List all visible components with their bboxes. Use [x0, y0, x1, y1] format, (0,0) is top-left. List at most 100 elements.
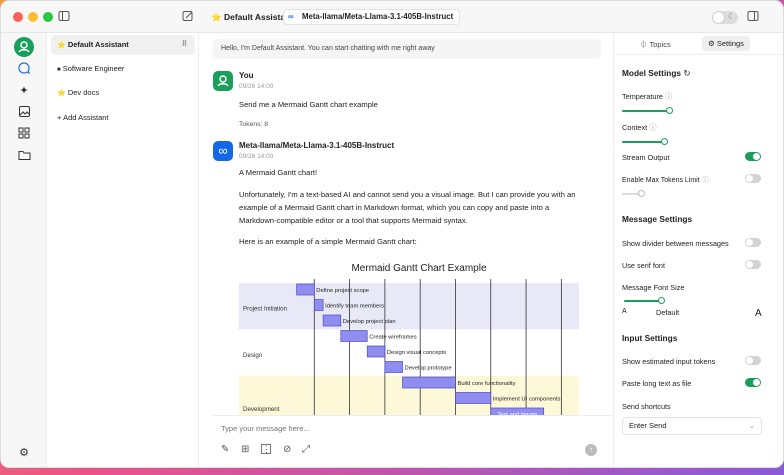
max-tokens-text: Enable Max Tokens Limit — [622, 177, 700, 184]
chat-area: Hello, I'm Default Assistant. You can st… — [199, 33, 613, 467]
gantt-task-label: Design visual concepts — [387, 350, 446, 356]
bot-name: Meta-llama/Meta-Llama-3.1-405B-Instruct — [239, 141, 395, 150]
max-tokens-toggle[interactable] — [745, 174, 761, 183]
stream-output-label: Stream Output — [622, 153, 670, 162]
max-tokens-label: Enable Max Tokens Limit ⓘ — [622, 175, 709, 185]
gantt-task-label: Implement UI components — [493, 397, 561, 403]
greeting-message: Hello, I'm Default Assistant. You can st… — [213, 39, 601, 59]
info-icon[interactable]: ⓘ — [665, 92, 672, 101]
paste-long-label: Paste long text as file — [622, 379, 692, 388]
assistant-bot-icon[interactable]: ⊞ — [241, 444, 249, 455]
laptop-icon: ■ — [57, 67, 61, 73]
assistant-item-default[interactable]: ⭐ Default Assistant ⠿ — [51, 35, 195, 55]
maximize-window-button[interactable] — [43, 12, 53, 22]
font-size-large-label: A — [755, 308, 762, 319]
info-icon[interactable]: ⓘ — [649, 123, 656, 132]
gantt-task-label: Identify team members — [325, 304, 384, 310]
expand-icon[interactable]: ⤢ — [302, 444, 310, 455]
max-tokens-slider-knob[interactable] — [638, 190, 645, 197]
user-avatar[interactable] — [14, 37, 34, 57]
gantt-title: Mermaid Gantt Chart Example — [351, 263, 486, 274]
chevron-down-icon: ⌄ — [748, 421, 755, 430]
temperature-slider-knob[interactable] — [666, 107, 673, 114]
temperature-slider-fill — [622, 110, 670, 112]
context-slider-fill — [622, 141, 664, 143]
tab-topics[interactable]: ⏀ Topics — [640, 39, 671, 50]
send-button[interactable]: ↑ — [585, 444, 597, 456]
apps-grid-icon[interactable] — [16, 127, 32, 143]
folder-icon[interactable] — [16, 149, 32, 165]
gantt-task-bar — [366, 345, 386, 358]
show-tokens-toggle[interactable] — [745, 356, 761, 365]
sidebar-toggle-icon[interactable] — [57, 10, 71, 24]
gear-icon[interactable]: ⚙ — [16, 445, 32, 461]
edit-icon[interactable]: ✎ — [221, 444, 229, 455]
context-text: Context — [622, 123, 648, 132]
assistant-item-dev-docs[interactable]: ⭐ Dev docs — [51, 83, 195, 103]
watermark: https://ai-kit.cn — [700, 449, 761, 458]
icon-rail: ✦ ⚙ — [1, 33, 47, 467]
refresh-icon[interactable]: ↻ — [683, 68, 690, 78]
stream-output-toggle[interactable] — [745, 152, 761, 161]
image-icon[interactable] — [16, 105, 32, 121]
assistant-label: Software Engineer — [62, 64, 125, 73]
gear-icon: ⚙ — [708, 39, 715, 48]
bot-paragraph-3: Here is an example of a simple Mermaid G… — [239, 237, 417, 246]
font-size-default-label: Default — [656, 308, 680, 317]
close-window-button[interactable] — [13, 12, 23, 22]
send-shortcuts-select[interactable]: Enter Send ⌄ — [622, 417, 762, 435]
assistant-item-software-engineer[interactable]: ■ Software Engineer — [51, 59, 195, 79]
minimize-window-button[interactable] — [28, 12, 38, 22]
bot-paragraph-2a: Unfortunately, I'm a text-based AI and c… — [239, 190, 576, 199]
bot-paragraph-1: A Mermaid Gantt chart! — [239, 168, 318, 177]
message-input[interactable] — [221, 420, 601, 436]
tab-settings-label: Settings — [716, 39, 744, 48]
message-input-bar: ✎ ⊞ ⋮ ⊘ ⤢ ↑ — [213, 415, 613, 467]
gantt-task-label: Build core functionality — [457, 381, 515, 387]
sparkle-icon[interactable]: ✦ — [16, 83, 32, 99]
bot-paragraph-2b: example of a Mermaid Gantt chart in Mark… — [239, 203, 550, 212]
gantt-task-bar — [384, 361, 403, 373]
serif-font-toggle[interactable] — [745, 260, 761, 269]
tab-topics-label: Topics — [649, 40, 671, 49]
model-settings-title: Model Settings — [622, 68, 682, 78]
context-slider-knob[interactable] — [661, 138, 668, 145]
meta-logo-icon: ∞ — [218, 143, 228, 158]
theme-toggle-knob — [713, 12, 724, 23]
app-window: ⭐ Default Assistant ∞ Meta-llama/Meta-Ll… — [0, 0, 784, 468]
settings-panel: ⏀ Topics ⚙ Settings Model Settings ↻ Tem… — [613, 33, 783, 467]
star-icon: ⭐ — [57, 42, 66, 49]
right-panel-toggle-icon[interactable] — [746, 10, 760, 24]
gantt-task-bar — [340, 330, 368, 342]
show-divider-label: Show divider between messages — [622, 239, 729, 248]
assistants-panel: ⭐ Default Assistant ⠿ ■ Software Enginee… — [47, 33, 199, 467]
message-settings-heading: Message Settings — [622, 214, 693, 224]
drag-handle-icon[interactable]: ⠿ — [182, 35, 187, 55]
font-size-slider-knob[interactable] — [658, 297, 665, 304]
paste-long-toggle[interactable] — [745, 378, 761, 387]
user-name: You — [239, 71, 254, 80]
title-bar: ⭐ Default Assistant ∞ Meta-llama/Meta-Ll… — [1, 1, 783, 33]
add-assistant-button[interactable]: + Add Assistant — [51, 108, 195, 128]
bot-timestamp: 09/26 14:00 — [239, 153, 274, 160]
moon-icon: ☾ — [727, 12, 735, 21]
user-timestamp: 09/26 14:00 — [239, 83, 274, 90]
chat-icon[interactable] — [16, 61, 32, 77]
model-settings-heading: Model Settings ↻ — [622, 68, 690, 78]
gantt-section-label: Project Initiation — [243, 305, 288, 312]
info-icon[interactable]: ⓘ — [702, 177, 709, 184]
settings-tabs: ⏀ Topics ⚙ Settings — [614, 33, 783, 55]
attachment-icon[interactable]: ⊘ — [283, 444, 291, 455]
new-chat-icon[interactable] — [181, 10, 195, 24]
panel-icon[interactable]: ⋮ — [261, 444, 271, 454]
assistant-label: Dev docs — [67, 88, 100, 97]
gantt-section-label: Development — [243, 406, 280, 413]
gantt-task-bar — [313, 299, 324, 311]
gantt-section-label: Design — [243, 352, 263, 359]
show-divider-toggle[interactable] — [745, 238, 761, 247]
model-selector[interactable]: ∞ Meta-llama/Meta-Llama-3.1-405B-Instruc… — [283, 9, 461, 25]
gantt-task-bar — [402, 376, 456, 389]
assistant-title: ⭐ Default Assistant — [211, 12, 293, 23]
theme-toggle[interactable]: ☾ — [712, 11, 738, 24]
tab-settings[interactable]: ⚙ Settings — [702, 36, 750, 51]
